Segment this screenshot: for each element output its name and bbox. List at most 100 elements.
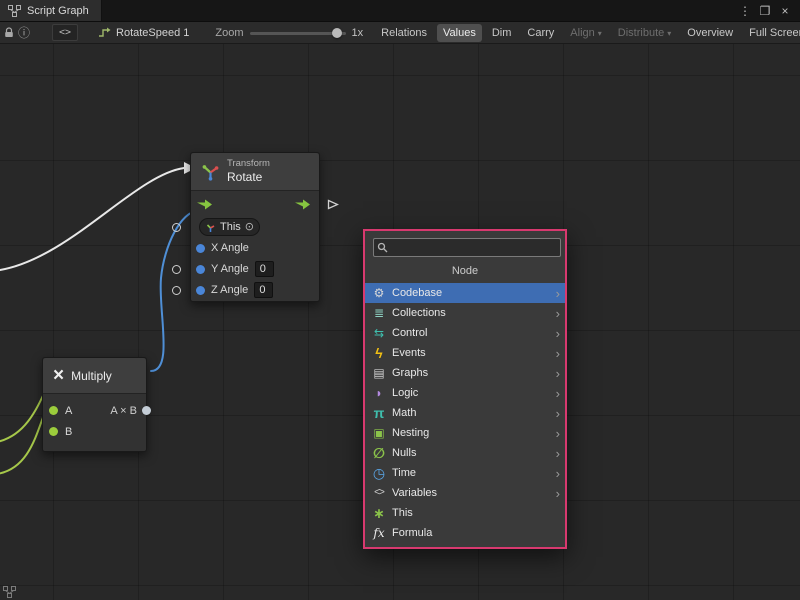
clock-icon: ◷ bbox=[371, 466, 387, 480]
finder-item-collections[interactable]: ≣ Collections › bbox=[365, 303, 565, 323]
carry-button[interactable]: Carry bbox=[521, 24, 560, 42]
finder-item-codebase[interactable]: ⚙ Codebase › bbox=[365, 283, 565, 303]
distribute-button[interactable]: Distribute▾ bbox=[612, 24, 677, 42]
finder-item-nulls[interactable]: ∅ Nulls › bbox=[365, 443, 565, 463]
chevron-right-icon: › bbox=[556, 327, 560, 340]
fuzzy-finder-menu: Node ⚙ Codebase › ≣ Collections › ⇆ Cont… bbox=[363, 229, 567, 549]
branch-arrows-icon: ⇆ bbox=[371, 327, 387, 339]
lightning-icon: ϟ bbox=[371, 346, 387, 360]
button-label: Overview bbox=[687, 27, 733, 39]
finder-item-nesting[interactable]: ▣ Nesting › bbox=[365, 423, 565, 443]
unconnected-output-triangle-icon bbox=[327, 199, 339, 210]
port-b[interactable] bbox=[49, 427, 58, 436]
finder-item-label: Nesting bbox=[392, 427, 551, 439]
chevron-right-icon: › bbox=[556, 427, 560, 440]
gear-icon: ⚙ bbox=[371, 287, 387, 299]
unconnected-port-circle-icon[interactable] bbox=[172, 223, 181, 232]
control-flow-row bbox=[191, 191, 319, 217]
info-icon[interactable]: ⓘ bbox=[18, 25, 30, 41]
port-z-angle[interactable] bbox=[196, 286, 205, 295]
y-angle-value-field[interactable]: 0 bbox=[255, 261, 274, 277]
z-angle-value-field[interactable]: 0 bbox=[254, 282, 273, 298]
port-a[interactable] bbox=[49, 406, 58, 415]
node-multiply[interactable]: × Multiply A A × B B bbox=[42, 357, 147, 452]
chevron-right-icon: › bbox=[556, 367, 560, 380]
finder-list: ⚙ Codebase › ≣ Collections › ⇆ Control ›… bbox=[365, 283, 565, 543]
port-x-angle[interactable] bbox=[196, 244, 205, 253]
control-output-arrow-icon[interactable] bbox=[295, 199, 311, 210]
port-row-this: This ⊙ bbox=[191, 217, 319, 238]
maximize-icon[interactable]: ❐ bbox=[758, 4, 772, 18]
finder-item-logic[interactable]: ◗ Logic › bbox=[365, 383, 565, 403]
port-label: B bbox=[65, 426, 72, 438]
node-header[interactable]: × Multiply bbox=[43, 358, 146, 394]
node-body: A A × B B bbox=[43, 394, 146, 451]
close-icon[interactable]: × bbox=[778, 4, 792, 18]
zoom-slider-handle[interactable] bbox=[332, 28, 342, 38]
finder-item-graphs[interactable]: ▤ Graphs › bbox=[365, 363, 565, 383]
chevron-down-icon: ▾ bbox=[667, 29, 671, 38]
finder-search-input[interactable] bbox=[373, 238, 561, 257]
finder-item-label: Events bbox=[392, 347, 551, 359]
object-picker-icon[interactable]: ⊙ bbox=[245, 222, 254, 233]
button-label: Values bbox=[443, 27, 476, 39]
zoom-slider[interactable] bbox=[250, 26, 346, 40]
port-row-y-angle: Y Angle 0 bbox=[191, 259, 319, 280]
finder-item-math[interactable]: π Math › bbox=[365, 403, 565, 423]
finder-item-label: Math bbox=[392, 407, 551, 419]
graph-canvas[interactable]: Transform Rotate bbox=[0, 44, 800, 600]
script-graph-corner-icon bbox=[3, 586, 16, 598]
tab-script-graph[interactable]: Script Graph bbox=[0, 0, 102, 21]
chevron-right-icon: › bbox=[556, 287, 560, 300]
port-label: X Angle bbox=[211, 242, 249, 254]
full-screen-button[interactable]: Full Screen bbox=[743, 24, 800, 42]
graph-asset-icon bbox=[96, 25, 112, 41]
connection-wire-control[interactable] bbox=[0, 168, 184, 270]
chevron-right-icon: › bbox=[556, 387, 560, 400]
node-header[interactable]: Transform Rotate bbox=[191, 153, 319, 191]
list-icon: ≣ bbox=[371, 307, 387, 319]
node-title: Rotate bbox=[227, 170, 270, 185]
nested-squares-icon: ▣ bbox=[371, 427, 387, 439]
logic-gate-icon: ◗ bbox=[371, 387, 387, 399]
kebab-menu-icon[interactable]: ⋮ bbox=[738, 4, 752, 18]
unconnected-port-circle-icon[interactable] bbox=[172, 286, 181, 295]
overview-button[interactable]: Overview bbox=[681, 24, 739, 42]
button-label: Relations bbox=[381, 27, 427, 39]
align-button[interactable]: Align▾ bbox=[564, 24, 607, 42]
finder-item-label: Nulls bbox=[392, 447, 551, 459]
relations-button[interactable]: Relations bbox=[375, 24, 433, 42]
button-label: Dim bbox=[492, 27, 512, 39]
port-label: Y Angle bbox=[211, 263, 249, 275]
finder-item-label: Logic bbox=[392, 387, 551, 399]
graph-toolbar: ⓘ <> RotateSpeed 1 Zoom 1x Relations Val… bbox=[0, 22, 800, 44]
port-y-angle[interactable] bbox=[196, 265, 205, 274]
finder-item-this[interactable]: ∗ This bbox=[365, 503, 565, 523]
finder-item-time[interactable]: ◷ Time › bbox=[365, 463, 565, 483]
this-target-field[interactable]: This ⊙ bbox=[199, 218, 260, 236]
transform-mini-icon bbox=[205, 222, 216, 233]
values-button[interactable]: Values bbox=[437, 24, 482, 42]
finder-search-row bbox=[365, 231, 565, 260]
finder-item-control[interactable]: ⇆ Control › bbox=[365, 323, 565, 343]
unconnected-port-circle-icon[interactable] bbox=[172, 265, 181, 274]
dim-button[interactable]: Dim bbox=[486, 24, 518, 42]
port-row-x-angle: X Angle bbox=[191, 238, 319, 259]
finder-item-label: Formula bbox=[392, 527, 560, 539]
node-transform-rotate[interactable]: Transform Rotate bbox=[190, 152, 320, 302]
angle-brackets-icon: <> bbox=[371, 488, 387, 498]
this-label: This bbox=[220, 221, 241, 233]
search-icon bbox=[377, 242, 388, 253]
lock-icon[interactable] bbox=[4, 25, 14, 41]
control-input-arrow-icon[interactable] bbox=[197, 199, 213, 210]
code-view-icon[interactable]: <> bbox=[52, 24, 78, 41]
breadcrumb[interactable]: RotateSpeed 1 bbox=[96, 25, 189, 41]
port-label: A bbox=[65, 405, 72, 417]
chevron-down-icon: ▾ bbox=[598, 29, 602, 38]
finder-item-formula[interactable]: fx Formula bbox=[365, 523, 565, 543]
port-product-output[interactable] bbox=[142, 406, 151, 415]
finder-item-events[interactable]: ϟ Events › bbox=[365, 343, 565, 363]
output-label: A × B bbox=[110, 405, 137, 417]
window-controls: ⋮ ❐ × bbox=[738, 0, 800, 21]
finder-item-variables[interactable]: <> Variables › bbox=[365, 483, 565, 503]
